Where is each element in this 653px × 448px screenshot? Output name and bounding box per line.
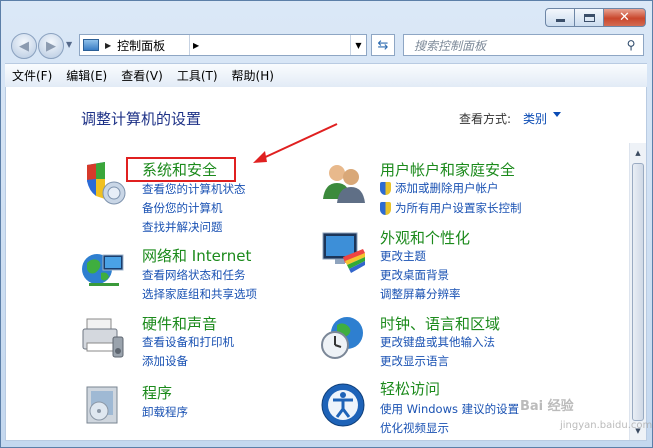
maximize-icon bbox=[583, 13, 595, 22]
recent-pages-dropdown[interactable]: ▼ bbox=[66, 40, 72, 49]
link-change-desktop-background[interactable]: 更改桌面背景 bbox=[380, 267, 449, 283]
network-internet-icon[interactable] bbox=[79, 245, 127, 293]
link-recommended-settings[interactable]: 使用 Windows 建议的设置 bbox=[380, 401, 519, 417]
programs-icon[interactable] bbox=[79, 381, 127, 429]
view-by-label: 查看方式: bbox=[459, 112, 512, 126]
link-uninstall-program[interactable]: 卸载程序 bbox=[142, 404, 188, 420]
category-user-accounts[interactable]: 用户帐户和家庭安全 bbox=[380, 159, 515, 180]
clock-language-region-icon[interactable] bbox=[319, 313, 367, 361]
hardware-sound-icon[interactable] bbox=[79, 313, 127, 361]
view-by-dropdown-icon[interactable] bbox=[553, 112, 561, 117]
search-box[interactable]: 搜索控制面板 ⚲ bbox=[403, 34, 644, 56]
category-network-internet[interactable]: 网络和 Internet bbox=[142, 245, 251, 266]
close-icon: ✕ bbox=[619, 10, 630, 25]
breadcrumb-control-panel[interactable]: 控制面板 bbox=[117, 37, 165, 54]
menu-edit[interactable]: 编辑(E) bbox=[59, 67, 114, 84]
highlight-box bbox=[126, 157, 236, 182]
link-change-display-language[interactable]: 更改显示语言 bbox=[380, 353, 449, 369]
control-panel-icon bbox=[83, 39, 99, 51]
vertical-scrollbar[interactable]: ▲ ▼ bbox=[629, 143, 646, 440]
link-troubleshoot[interactable]: 查找并解决问题 bbox=[142, 219, 223, 235]
link-add-remove-accounts[interactable]: 添加或删除用户帐户 bbox=[380, 180, 499, 196]
minimize-icon bbox=[555, 19, 565, 22]
uac-shield-icon bbox=[380, 201, 391, 215]
appearance-personalization-icon[interactable] bbox=[319, 227, 367, 275]
maximize-button[interactable] bbox=[574, 8, 603, 27]
link-change-keyboard[interactable]: 更改键盘或其他输入法 bbox=[380, 334, 495, 350]
forward-arrow-icon: ▶ bbox=[46, 38, 56, 54]
link-view-computer-status[interactable]: 查看您的计算机状态 bbox=[142, 181, 246, 197]
category-hardware-sound[interactable]: 硬件和声音 bbox=[142, 313, 217, 334]
back-arrow-icon: ◀ bbox=[19, 38, 29, 54]
link-parental-controls[interactable]: 为所有用户设置家长控制 bbox=[380, 200, 522, 216]
address-divider bbox=[189, 35, 190, 55]
address-bar[interactable]: ▶ 控制面板 ▶ ▼ bbox=[79, 34, 367, 56]
scroll-thumb[interactable] bbox=[632, 163, 644, 421]
menu-file[interactable]: 文件(F) bbox=[5, 67, 59, 84]
search-input[interactable]: 搜索控制面板 bbox=[414, 37, 622, 54]
back-button[interactable]: ◀ bbox=[11, 33, 37, 59]
refresh-icon: ⇆ bbox=[377, 37, 389, 53]
link-change-theme[interactable]: 更改主题 bbox=[380, 248, 426, 264]
close-button[interactable]: ✕ bbox=[603, 8, 646, 27]
page-title: 调整计算机的设置 bbox=[81, 110, 202, 128]
search-icon[interactable]: ⚲ bbox=[622, 38, 640, 52]
view-by-selector[interactable]: 类别 bbox=[523, 110, 547, 127]
link-optimize-video[interactable]: 优化视频显示 bbox=[380, 420, 449, 436]
minimize-button[interactable] bbox=[545, 8, 574, 27]
menu-bar: 文件(F) 编辑(E) 查看(V) 工具(T) 帮助(H) bbox=[5, 63, 647, 87]
category-ease-of-access[interactable]: 轻松访问 bbox=[380, 378, 440, 399]
uac-shield-icon bbox=[380, 181, 391, 195]
link-add-remove-accounts-label: 添加或删除用户帐户 bbox=[395, 181, 499, 195]
link-adjust-resolution[interactable]: 调整屏幕分辨率 bbox=[380, 286, 461, 302]
link-backup-computer[interactable]: 备份您的计算机 bbox=[142, 200, 223, 216]
breadcrumb-next-icon[interactable]: ▶ bbox=[193, 41, 199, 50]
category-clock-language[interactable]: 时钟、语言和区域 bbox=[380, 313, 500, 334]
category-programs[interactable]: 程序 bbox=[142, 382, 172, 403]
caption-buttons: ✕ bbox=[545, 8, 646, 27]
ease-of-access-icon[interactable] bbox=[319, 381, 367, 429]
refresh-button[interactable]: ⇆ bbox=[371, 34, 395, 56]
watermark-url: jingyan.baidu.com bbox=[560, 420, 653, 431]
annotation-arrow-icon bbox=[253, 123, 338, 163]
scroll-up-icon[interactable]: ▲ bbox=[630, 145, 646, 161]
watermark-brand: Bai 经验 bbox=[520, 399, 574, 414]
forward-button[interactable]: ▶ bbox=[38, 33, 64, 59]
link-devices-printers[interactable]: 查看设备和打印机 bbox=[142, 334, 234, 350]
menu-view[interactable]: 查看(V) bbox=[114, 67, 170, 84]
link-add-device[interactable]: 添加设备 bbox=[142, 353, 188, 369]
breadcrumb-separator-icon[interactable]: ▶ bbox=[105, 41, 111, 50]
menu-help[interactable]: 帮助(H) bbox=[225, 67, 281, 84]
category-appearance[interactable]: 外观和个性化 bbox=[380, 227, 470, 248]
link-parental-controls-label: 为所有用户设置家长控制 bbox=[395, 201, 522, 215]
menu-tools[interactable]: 工具(T) bbox=[170, 67, 225, 84]
address-dropdown-button[interactable]: ▼ bbox=[350, 35, 366, 55]
system-security-icon[interactable] bbox=[79, 159, 127, 207]
link-network-status[interactable]: 查看网络状态和任务 bbox=[142, 267, 246, 283]
link-homegroup-sharing[interactable]: 选择家庭组和共享选项 bbox=[142, 286, 257, 302]
